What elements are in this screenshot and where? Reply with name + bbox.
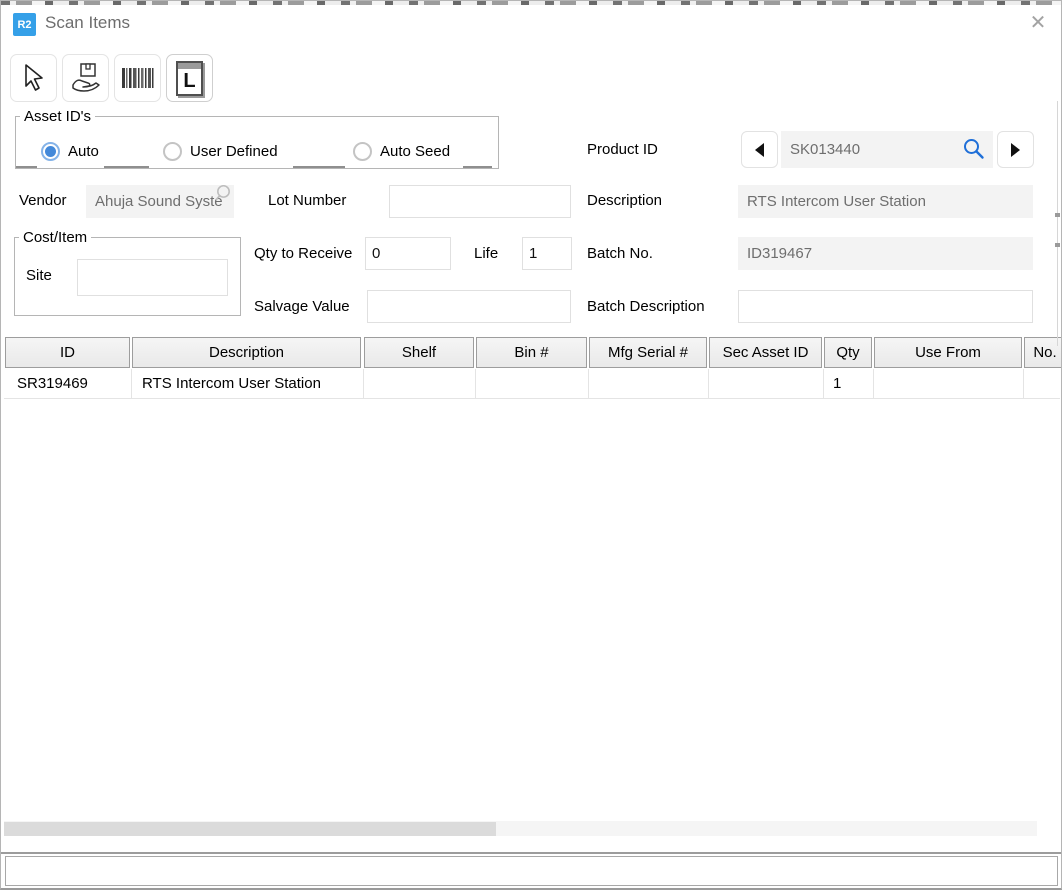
description-field[interactable]: RTS Intercom User Station [738, 185, 1033, 218]
bottom-divider [1, 852, 1062, 854]
status-message-input[interactable] [5, 856, 1058, 886]
radio-user-defined-circle [163, 142, 182, 161]
batch-no-label: Batch No. [587, 245, 653, 262]
close-button[interactable]: ✕ [1023, 7, 1053, 37]
row-divider [4, 398, 1060, 399]
prev-arrow-icon [755, 143, 764, 157]
scan-items-window: R2 Scan Items ✕ L [0, 0, 1062, 890]
description-label: Description [587, 192, 662, 209]
panel-edge-tick [1055, 243, 1060, 247]
cell-separator [363, 369, 364, 398]
next-arrow-icon [1011, 143, 1020, 157]
column-header-id[interactable]: ID [5, 337, 130, 368]
radio-auto-seed-circle [353, 142, 372, 161]
panel-edge-line [1057, 101, 1058, 346]
close-icon: ✕ [1030, 10, 1047, 35]
barcode-icon [121, 67, 155, 89]
lot-number-input[interactable] [389, 185, 571, 218]
radio-auto-label: Auto [68, 143, 99, 160]
product-prev-button[interactable] [741, 131, 778, 168]
radio-auto-circle [41, 142, 60, 161]
batch-no-value: ID319467 [747, 245, 812, 262]
label-print-button[interactable]: L [166, 54, 213, 102]
pointer-icon [21, 63, 47, 93]
mask-underline [104, 166, 149, 168]
cell-separator [475, 369, 476, 398]
site-input[interactable] [77, 259, 228, 296]
column-header-bin[interactable]: Bin # [476, 337, 587, 368]
cell-separator [823, 369, 824, 398]
batch-no-field[interactable]: ID319467 [738, 237, 1033, 270]
window-title: Scan Items [45, 13, 130, 33]
cell-separator [588, 369, 589, 398]
r2-app-logo: R2 [13, 13, 36, 36]
salvage-value-input[interactable] [367, 290, 571, 323]
column-header-qty[interactable]: Qty [824, 337, 872, 368]
radio-user-defined-label: User Defined [190, 143, 278, 160]
mask-underline [16, 166, 37, 168]
column-header-sec-asset-id[interactable]: Sec Asset ID [709, 337, 822, 368]
horizontal-scrollbar[interactable] [4, 821, 1037, 836]
radio-auto[interactable]: Auto [41, 142, 99, 161]
product-search-icon[interactable] [962, 137, 986, 161]
asset-ids-legend: Asset ID's [20, 108, 95, 125]
panel-edge-tick [1055, 213, 1060, 217]
lot-number-label: Lot Number [268, 192, 346, 209]
radio-auto-seed-label: Auto Seed [380, 143, 450, 160]
mask-underline [293, 166, 345, 168]
row-cell-description: RTS Intercom User Station [142, 369, 321, 398]
column-header-shelf[interactable]: Shelf [364, 337, 474, 368]
radio-user-defined[interactable]: User Defined [163, 142, 278, 161]
receive-item-icon [70, 62, 102, 94]
horizontal-scrollbar-thumb[interactable] [4, 822, 496, 836]
row-cell-id: SR319469 [17, 369, 88, 398]
life-label: Life [474, 245, 498, 262]
column-header-mfg-serial[interactable]: Mfg Serial # [589, 337, 707, 368]
pointer-tool-button[interactable] [10, 54, 57, 102]
column-header-description[interactable]: Description [132, 337, 361, 368]
vendor-value: Ahuja Sound Syste [95, 193, 223, 210]
barcode-scan-button[interactable] [114, 54, 161, 102]
salvage-value-label: Salvage Value [254, 298, 350, 315]
product-next-button[interactable] [997, 131, 1034, 168]
receive-item-button[interactable] [62, 54, 109, 102]
mask-underline [463, 166, 492, 168]
vendor-label: Vendor [19, 192, 67, 209]
cell-separator [708, 369, 709, 398]
cell-separator [131, 369, 132, 398]
product-id-label: Product ID [587, 141, 658, 158]
life-input[interactable] [522, 237, 572, 270]
vendor-search-icon[interactable] [213, 184, 234, 205]
cell-separator [1023, 369, 1024, 398]
column-header-use-from[interactable]: Use From [874, 337, 1022, 368]
product-id-value: SK013440 [790, 141, 860, 158]
qty-to-receive-label: Qty to Receive [254, 245, 352, 262]
batch-description-label: Batch Description [587, 298, 705, 315]
label-document-icon: L [176, 61, 203, 96]
radio-auto-seed[interactable]: Auto Seed [353, 142, 450, 161]
qty-to-receive-input[interactable] [365, 237, 451, 270]
background-window-edge [1, 1, 1061, 5]
batch-description-input[interactable] [738, 290, 1033, 323]
cell-separator [873, 369, 874, 398]
vendor-field[interactable]: Ahuja Sound Syste [86, 185, 234, 218]
description-value: RTS Intercom User Station [747, 193, 926, 210]
site-label: Site [26, 267, 52, 284]
row-cell-qty: 1 [833, 369, 841, 398]
cost-item-legend: Cost/Item [19, 229, 91, 246]
